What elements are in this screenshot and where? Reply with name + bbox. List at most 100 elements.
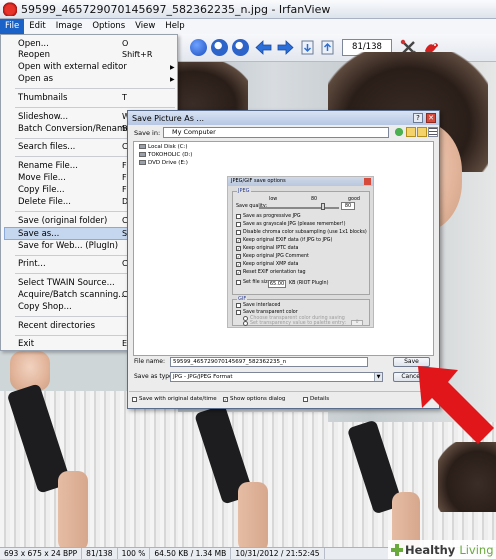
checkbox-keep-xmp[interactable]: ✓ Keep original XMP data xyxy=(236,262,298,267)
file-name-label: File name: xyxy=(134,358,165,365)
menu-edit[interactable]: Edit xyxy=(24,19,50,34)
menu-image[interactable]: Image xyxy=(51,19,88,34)
menu-select-twain[interactable]: Select TWAIN Source... xyxy=(18,278,115,288)
menu-open[interactable]: Open... xyxy=(18,39,49,49)
file-list[interactable]: Local Disk (C:) TOKOHOLIC (D:) DVD Drive… xyxy=(133,141,434,356)
checkmark-icon[interactable]: ✓ xyxy=(236,246,241,251)
quality-low-label: low xyxy=(269,197,278,202)
menu-save-for-web[interactable]: Save for Web... (PlugIn) xyxy=(18,241,118,251)
menu-acquire-batch[interactable]: Acquire/Batch scanning... xyxy=(18,290,126,300)
checkbox-keep-comment[interactable]: ✓ Keep original JPG Comment xyxy=(236,254,309,259)
checkmark-icon[interactable]: ✓ xyxy=(236,270,241,275)
checkbox-box[interactable] xyxy=(236,303,241,308)
file-size-input[interactable]: 65.00 xyxy=(268,280,286,288)
submenu-arrow-icon: ▶ xyxy=(170,76,175,83)
menu-help[interactable]: Help xyxy=(160,19,189,34)
up-folder-icon[interactable] xyxy=(406,127,416,137)
menu-slideshow[interactable]: Slideshow... xyxy=(18,112,68,122)
menu-save-original[interactable]: Save (original folder) xyxy=(18,216,107,226)
save-in-label: Save in: xyxy=(134,129,161,137)
irfanview-window: 59599_465729070145697_582362235_n.jpg - … xyxy=(0,0,496,559)
menu-rename-file[interactable]: Rename File... xyxy=(18,161,78,171)
file-name-input[interactable]: 59599_465729070145697_582362235_n xyxy=(170,357,368,367)
checkbox-details[interactable]: Details xyxy=(303,396,329,402)
quality-value-input[interactable]: 80 xyxy=(341,202,355,210)
menu-file[interactable]: File xyxy=(0,19,25,34)
checkbox-label: Keep original EXIF data (if JPG to JPG) xyxy=(243,238,333,243)
checkbox-set-file-size[interactable]: Set file size: xyxy=(236,280,272,285)
menu-view[interactable]: View xyxy=(130,19,160,34)
hard-drive-icon xyxy=(139,152,146,157)
checkbox-box[interactable] xyxy=(236,230,241,235)
checkbox-box[interactable] xyxy=(236,280,241,285)
checkbox-keep-exif[interactable]: ✓ Keep original EXIF data (if JPG to JPG) xyxy=(236,238,332,243)
radio-set-transparency[interactable]: Set transparency value to palette entry: xyxy=(243,321,346,326)
checkbox-progressive[interactable]: Save as progressive JPG xyxy=(236,214,301,219)
checkbox-reset-exif-orientation[interactable]: ✓ Reset EXIF orientation tag xyxy=(236,270,306,275)
radio-icon[interactable] xyxy=(243,321,248,326)
checkbox-original-date[interactable]: Save with original date/time xyxy=(132,396,217,402)
menu-search-files[interactable]: Search files... xyxy=(18,142,75,152)
view-menu-icon[interactable] xyxy=(428,127,438,137)
checkmark-icon[interactable]: ✓ xyxy=(236,262,241,267)
zoom-in-icon[interactable] xyxy=(211,39,228,56)
checkmark-icon[interactable]: ✓ xyxy=(236,238,241,243)
copy-icon[interactable] xyxy=(299,39,316,56)
checkbox-box[interactable] xyxy=(303,396,308,402)
drive-d[interactable]: TOKOHOLIC (D:) xyxy=(139,152,192,158)
next-icon[interactable] xyxy=(277,39,294,56)
checkmark-icon[interactable]: ✓ xyxy=(236,254,241,259)
menu-thumbnails[interactable]: Thumbnails xyxy=(18,93,67,103)
checkbox-save-transparent[interactable]: Save transparent color xyxy=(236,310,298,315)
menu-recent-directories[interactable]: Recent directories xyxy=(18,321,95,331)
menu-copy-shop[interactable]: Copy Shop... xyxy=(18,302,72,312)
menu-copy-file[interactable]: Copy File... xyxy=(18,185,65,195)
menu-move-file[interactable]: Move File... xyxy=(18,173,66,183)
checkbox-keep-iptc[interactable]: ✓ Keep original IPTC data xyxy=(236,246,298,251)
new-folder-icon[interactable] xyxy=(417,127,427,137)
palette-entry-input[interactable]: 0 xyxy=(351,320,363,326)
zoom-out-icon[interactable] xyxy=(232,39,249,56)
menu-print[interactable]: Print... xyxy=(18,259,46,269)
checkbox-box[interactable] xyxy=(132,396,137,402)
checkbox-box[interactable] xyxy=(236,310,241,315)
checkbox-show-options[interactable]: ✓ Show options dialog xyxy=(223,396,285,402)
checkbox-label: Keep original IPTC data xyxy=(243,246,299,251)
plus-logo-icon xyxy=(391,543,403,556)
drive-e[interactable]: DVD Drive (E:) xyxy=(139,160,188,166)
save-in-dropdown[interactable]: My Computer xyxy=(163,127,389,138)
close-icon[interactable] xyxy=(364,178,371,185)
help-icon[interactable]: ? xyxy=(413,113,423,123)
menu-reopen[interactable]: Reopen xyxy=(18,50,50,60)
checkbox-chroma[interactable]: Disable chroma color subsampling (use 1x… xyxy=(236,230,367,235)
checkbox-grayscale[interactable]: Save as grayscale JPG (please remember!) xyxy=(236,222,345,227)
dialog-title: Save Picture As ... xyxy=(132,113,205,123)
gif-group-label: GIF xyxy=(237,296,248,302)
checkbox-save-interlaced[interactable]: Save interlaced xyxy=(236,303,280,308)
menu-separator xyxy=(15,107,175,108)
previous-icon[interactable] xyxy=(255,39,272,56)
drive-c[interactable]: Local Disk (C:) xyxy=(139,144,188,150)
checkbox-box[interactable] xyxy=(236,222,241,227)
info-icon[interactable] xyxy=(190,39,207,56)
back-icon[interactable] xyxy=(394,127,404,137)
chevron-down-icon[interactable]: ▼ xyxy=(374,373,382,381)
close-icon[interactable]: ✕ xyxy=(426,113,436,123)
drive-c-label: Local Disk (C:) xyxy=(148,144,188,150)
save-as-type-dropdown[interactable]: JPG - JPG/JPEG Format xyxy=(170,372,383,382)
quality-slider-track[interactable] xyxy=(259,207,339,209)
checkmark-icon[interactable]: ✓ xyxy=(223,396,228,402)
menu-batch-conversion[interactable]: Batch Conversion/Rename... xyxy=(18,124,139,134)
checkbox-label: Details xyxy=(310,396,330,402)
menu-open-external[interactable]: Open with external editor xyxy=(18,62,127,72)
quality-slider-thumb[interactable] xyxy=(321,203,325,210)
red-arrow-pointer-icon xyxy=(418,366,494,444)
menu-options[interactable]: Options xyxy=(87,19,130,34)
checkbox-box[interactable] xyxy=(236,214,241,219)
menu-exit[interactable]: Exit xyxy=(18,339,34,349)
menu-delete-file[interactable]: Delete File... xyxy=(18,197,71,207)
dialog-title-bar: Save Picture As ... ? ✕ xyxy=(128,111,439,125)
menu-save-as[interactable]: Save as... xyxy=(18,229,59,239)
menu-separator xyxy=(15,88,175,89)
menu-open-as[interactable]: Open as xyxy=(18,74,53,84)
